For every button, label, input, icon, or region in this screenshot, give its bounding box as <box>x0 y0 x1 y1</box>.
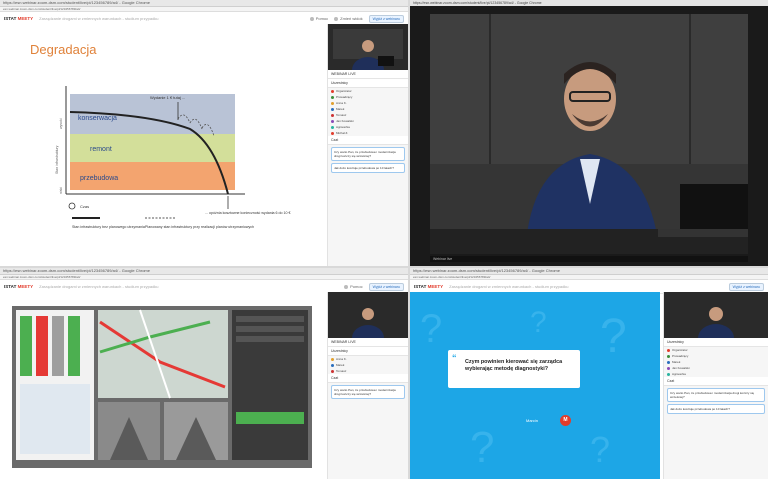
browser-window-question: https://esn.webinar.zoom-dsm.com/student… <box>410 268 768 479</box>
y-axis-top-label: wysoki <box>59 118 63 129</box>
browser-tab-title[interactable]: https://esn.webinar.zoom-dsm.com/student… <box>0 268 408 275</box>
chat-message: Jak dużo kosztuje przebudowa po 10 latac… <box>331 163 405 173</box>
avatar <box>331 107 334 111</box>
breadcrumb: Zarządzanie drogami w zmiennych warunkac… <box>449 284 569 289</box>
clock-icon <box>68 202 76 210</box>
avatar <box>331 119 334 123</box>
svg-text:?: ? <box>420 307 442 351</box>
help-button[interactable]: Pomoc <box>344 284 363 289</box>
presenter-video[interactable] <box>430 14 748 254</box>
quote-icon: “ <box>452 353 457 363</box>
participants-header[interactable]: Uczestnicy <box>664 338 768 347</box>
video-label: WEBINAR LIVE <box>328 70 408 79</box>
chat-header[interactable]: Czat <box>664 377 768 386</box>
asker-name: Marcin <box>526 418 539 423</box>
avatar <box>331 95 334 99</box>
help-button[interactable]: Pomoc <box>309 16 328 21</box>
zone-label-przebudowa: przebudowa <box>80 175 118 182</box>
first-issue-note: Wydanie 1 € tutaj ... <box>150 95 185 100</box>
y-axis-label: Stan infrastruktury <box>55 145 59 174</box>
presenter-thumbnail[interactable] <box>664 292 768 338</box>
browser-window-video: https://esn.webinar.zoom-dsm.com/student… <box>410 0 768 266</box>
participants-header[interactable]: Uczestnicy <box>328 79 408 88</box>
brand-logo: ISTAT MEETY <box>4 284 34 289</box>
leave-webinar-button[interactable]: Wyjdź z webinaru <box>368 282 404 291</box>
avatar <box>667 360 670 364</box>
legend-planned: Planowany stan infrastruktury przy reali… <box>145 225 254 229</box>
presenter-figure <box>664 292 768 338</box>
presenter-thumbnail[interactable] <box>328 292 408 338</box>
avatar <box>667 372 670 376</box>
svg-text:?: ? <box>590 429 610 470</box>
question-card: “ Czym powinien kierować się zarządca wy… <box>448 350 580 388</box>
zone-label-remont: remont <box>90 146 112 153</box>
breadcrumb: Zarządzanie drogami w zmiennych warunkac… <box>39 284 159 289</box>
asker-avatar: M <box>560 415 571 426</box>
leave-webinar-button[interactable]: Wyjdź z webinaru <box>728 282 764 291</box>
browser-window-map: https://esn.webinar.zoom-dsm.com/student… <box>0 268 408 479</box>
degradation-diagram: Degradacja konserwacja remont przebudowa… <box>30 42 291 229</box>
avatar <box>331 357 334 361</box>
presenter-figure <box>328 24 408 70</box>
chat-message: Czy warto Pan, że przebudowa i moderniza… <box>667 388 765 402</box>
video-label: WEBINAR LIVE <box>328 338 408 347</box>
chat-message: Jak dużo kosztuje przebudowa po 10 latac… <box>667 404 765 414</box>
help-icon <box>309 16 314 21</box>
help-icon <box>344 284 349 289</box>
webinar-sidebar: Uczestnicy Organizator Prowadzący Marek … <box>663 292 768 479</box>
avatar <box>331 125 334 129</box>
slide-title: Degradacja <box>30 42 97 57</box>
question-text: Czym powinien kierować się zarządca wybi… <box>465 359 563 372</box>
chat-header[interactable]: Czat <box>328 374 408 383</box>
chat-message: Czy warto Pan, że przebudowa i moderniza… <box>331 385 405 399</box>
webinar-sidebar: WEBINAR LIVE Uczestnicy Anna K. Marek To… <box>327 292 408 479</box>
avatar <box>331 101 334 105</box>
svg-text:?: ? <box>530 306 547 339</box>
presenter-scene <box>430 14 748 254</box>
presenter-thumbnail[interactable] <box>328 24 408 70</box>
avatar <box>667 348 670 352</box>
video-footer: Webinar live <box>430 256 748 262</box>
participants-header[interactable]: Uczestnicy <box>328 347 408 356</box>
question-stage: ? ? ? ? ? “ Czym powinien kierować się z… <box>410 292 660 479</box>
avatar <box>667 366 670 370</box>
time-axis-label: Czas <box>80 204 89 209</box>
browser-tab-title[interactable]: https://esn.webinar.zoom-dsm.com/student… <box>0 0 408 7</box>
layout-icon <box>334 16 339 21</box>
chat-message: Czy warto Pan, że przebudowa i moderniza… <box>331 147 405 161</box>
svg-text:?: ? <box>470 423 494 472</box>
webinar-sidebar: WEBINAR LIVE Uczestnicy Organizator Prow… <box>327 24 408 266</box>
avatar <box>331 113 334 117</box>
breadcrumb: Zarządzanie drogami w zmiennych warunkac… <box>39 16 159 21</box>
chat-header[interactable]: Czat <box>328 136 408 145</box>
avatar <box>667 354 670 358</box>
avatar <box>331 89 334 93</box>
y-axis-bottom-label: niski <box>59 187 63 194</box>
brand-logo: ISTAT MEETY <box>414 284 444 289</box>
late-issue-note: ... opóźnia kosztowne konieczność wydani… <box>205 211 291 215</box>
browser-tab-title[interactable]: https://esn.webinar.zoom-dsm.com/student… <box>410 268 768 275</box>
brand-logo: ISTAT MEETY <box>4 16 34 21</box>
leave-webinar-button[interactable]: Wyjdź z webinaru <box>368 14 404 23</box>
svg-text:?: ? <box>600 310 627 363</box>
avatar <box>331 131 334 135</box>
browser-window-slides: https://esn.webinar.zoom-dsm.com/student… <box>0 0 408 266</box>
shared-screen <box>0 292 327 479</box>
zone-label-konserwacja: konserwacja <box>78 115 117 122</box>
presenter-figure <box>328 292 408 338</box>
avatar <box>331 363 334 367</box>
video-window-title[interactable]: https://esn.webinar.zoom-dsm.com/student… <box>410 0 768 6</box>
presentation-slide: Degradacja konserwacja remont przebudowa… <box>0 24 327 266</box>
legend-unplanned: Stan infrastruktury bez planowego utrzym… <box>72 225 145 229</box>
avatar <box>331 369 334 373</box>
road-inspection-screenshot <box>12 306 312 468</box>
switch-view-button[interactable]: Zmień widok <box>334 16 363 21</box>
